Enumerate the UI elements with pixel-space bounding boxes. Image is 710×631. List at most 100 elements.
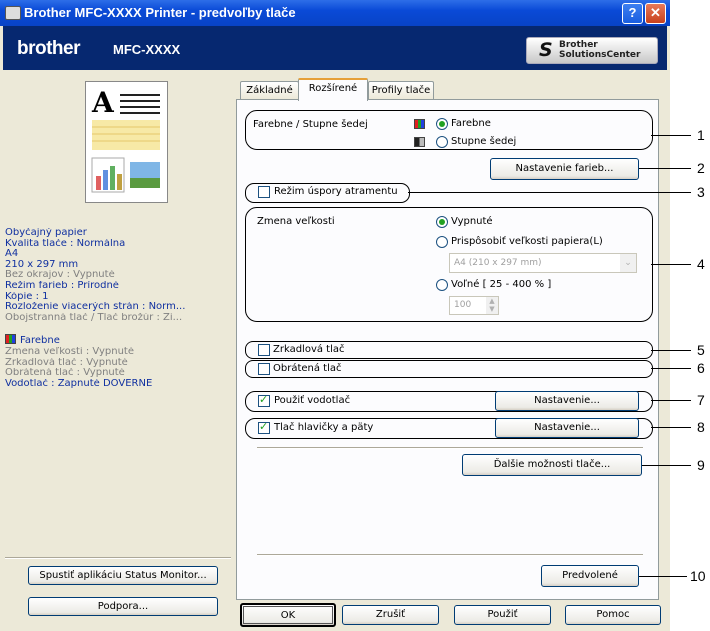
callout-line-8 <box>651 427 691 428</box>
watermark-label: Použiť vodotlač <box>274 395 351 406</box>
callout-1: 1 <box>697 127 705 143</box>
callout-line-1 <box>651 135 691 136</box>
tab-advanced[interactable]: Rozšírené <box>298 78 368 101</box>
callout-2: 2 <box>697 160 705 176</box>
mirror-print-checkbox[interactable] <box>258 344 270 356</box>
scaling-fit-label: Prispôsobiť veľkosti papiera(L) <box>451 236 603 247</box>
callout-4: 4 <box>697 256 705 272</box>
watermark-checkbox[interactable] <box>258 393 270 407</box>
mirror-print-label: Zrkadlová tlač <box>273 344 345 355</box>
ink-save-label: Režim úspory atramentu <box>274 186 398 197</box>
spin-arrows-icon: ▲ ▼ <box>486 297 498 314</box>
callout-line-10 <box>639 576 687 577</box>
summary-line: Obrátená tlač : Vypnuté <box>5 368 125 379</box>
color-grayscale-group <box>245 110 653 150</box>
printer-icon <box>5 6 21 20</box>
left-divider <box>5 557 231 559</box>
title-bar: Brother MFC-XXXX Printer - predvoľby tla… <box>0 0 670 26</box>
callout-line-6 <box>651 368 691 369</box>
solutions-center-icon: S <box>539 39 553 61</box>
summary-line: A4 <box>5 249 19 260</box>
scaling-free-radio[interactable] <box>436 279 448 291</box>
close-button[interactable]: ✕ <box>645 3 666 24</box>
callout-10: 10 <box>690 568 706 584</box>
header-footer-checkbox[interactable] <box>258 420 270 434</box>
scaling-percent-stepper[interactable]: 100 ▲ ▼ <box>449 296 499 315</box>
summary-line: 210 x 297 mm <box>5 259 79 270</box>
color-mode-summary-text: Farebne <box>20 335 60 347</box>
color-settings-button[interactable]: Nastavenie farieb... <box>490 158 639 180</box>
more-options-button[interactable]: Ďalšie možnosti tlače... <box>462 454 642 476</box>
default-button[interactable]: Predvolené <box>541 565 639 587</box>
summary-line: Rozloženie viacerých strán : Norm... <box>5 302 186 313</box>
summary-line: Zmena veľkosti : Vypnuté <box>5 346 134 357</box>
scaling-percent-value: 100 <box>454 300 472 310</box>
color-radio[interactable] <box>436 118 448 130</box>
model-name: MFC-XXXX <box>113 42 181 57</box>
callout-7: 7 <box>697 392 705 408</box>
summary-line: Kvalita tlače : Normálna <box>5 238 126 249</box>
window-title: Brother MFC-XXXX Printer - predvoľby tla… <box>24 5 296 20</box>
grayscale-option-label: Stupne šedej <box>451 136 517 147</box>
tab-print-profiles[interactable]: Profily tlače <box>368 81 434 99</box>
solutions-center-line1: Brother <box>559 40 598 50</box>
callout-8: 8 <box>697 419 705 435</box>
callout-line-4 <box>651 264 691 265</box>
status-monitor-button[interactable]: Spustiť aplikáciu Status Monitor... <box>28 566 218 585</box>
callout-3: 3 <box>697 184 705 200</box>
ink-save-checkbox[interactable] <box>258 186 270 198</box>
scaling-off-label: Vypnuté <box>451 216 493 227</box>
watermark-settings-button[interactable]: Nastavenie... <box>495 391 639 411</box>
scaling-off-radio[interactable] <box>436 216 448 228</box>
callout-9: 9 <box>697 457 705 473</box>
brand-bar: brother MFC-XXXX S Brother SolutionsCente… <box>3 26 667 70</box>
summary-line: Zrkadlová tlač : Vypnuté <box>5 357 128 368</box>
scaling-free-label: Voľné [ 25 - 400 % ] <box>451 279 552 290</box>
help-title-button[interactable]: ? <box>622 3 643 24</box>
color-mode-icon <box>5 334 16 345</box>
paper-size-select[interactable]: A4 (210 x 297 mm) ⌄ <box>449 253 637 273</box>
callout-line-9 <box>642 465 691 466</box>
paper-size-value: A4 (210 x 297 mm) <box>454 258 542 268</box>
color-mode-summary: Farebne <box>5 334 230 347</box>
panel-divider-2 <box>257 554 643 556</box>
tab-basic[interactable]: Základné <box>240 81 299 99</box>
ok-button[interactable]: OK <box>240 603 336 627</box>
reverse-print-label: Obrátená tlač <box>273 363 342 374</box>
color-grayscale-label: Farebne / Stupne šedej <box>253 119 368 130</box>
solutions-center-button[interactable]: S Brother SolutionsCenter <box>526 37 658 64</box>
callout-line-7 <box>651 400 691 401</box>
summary-line: Obyčajný papier <box>5 228 87 238</box>
settings-summary: Obyčajný papier Kvalita tlače : Normálna A… <box>5 228 230 389</box>
panel-divider-1 <box>257 447 643 449</box>
callout-5: 5 <box>697 342 705 358</box>
callout-6: 6 <box>697 360 705 376</box>
apply-button[interactable]: Použiť <box>454 605 551 625</box>
brother-logo: brother <box>17 38 81 59</box>
cancel-button[interactable]: Zrušiť <box>342 605 439 625</box>
scaling-fit-radio[interactable] <box>436 236 448 248</box>
color-option-label: Farebne <box>451 118 491 129</box>
summary-line: Obojstranná tlač / Tlač brožúr : Ži... <box>5 312 183 323</box>
callout-line-2 <box>639 168 691 169</box>
callout-line-3 <box>408 192 691 193</box>
header-footer-settings-button[interactable]: Nastavenie... <box>495 418 639 438</box>
svg-text:A: A <box>91 86 115 119</box>
summary-line: Bez okrajov : Vypnuté <box>5 270 115 281</box>
scaling-label: Zmena veľkosti <box>257 216 335 227</box>
page-preview-image: A <box>91 86 160 193</box>
summary-line: Kópie : 1 <box>5 291 49 302</box>
color-icon <box>414 119 425 129</box>
summary-line: Režim farieb : Prírodné <box>5 280 119 291</box>
printer-preferences-window: Brother MFC-XXXX Printer - predvoľby tla… <box>0 0 670 631</box>
summary-line: Vodotlač : Zapnuté DÔVERNÉ <box>5 378 153 389</box>
grayscale-icon <box>414 137 425 147</box>
chevron-down-icon: ⌄ <box>620 254 636 272</box>
reverse-print-checkbox[interactable] <box>258 363 270 375</box>
header-footer-label: Tlač hlavičky a päty <box>274 422 374 433</box>
help-button[interactable]: Pomoc <box>565 605 661 625</box>
callout-line-5 <box>651 350 691 351</box>
solutions-center-line2: SolutionsCenter <box>559 50 641 60</box>
grayscale-radio[interactable] <box>436 136 448 148</box>
support-button[interactable]: Podpora... <box>28 597 218 616</box>
